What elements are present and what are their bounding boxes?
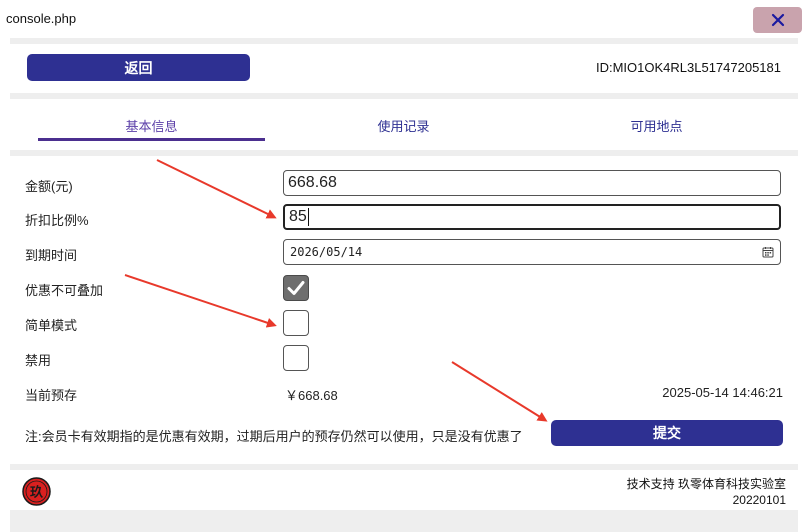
version-text: 20220101 bbox=[732, 493, 786, 507]
no-stacking-label: 优惠不可叠加 bbox=[25, 283, 104, 298]
tech-support-text: 技术支持 玖零体育科技实验室 bbox=[626, 477, 786, 491]
checkmark-icon bbox=[287, 281, 305, 295]
balance-timestamp: 2025-05-14 14:46:21 bbox=[662, 385, 783, 400]
text-caret bbox=[307, 208, 309, 226]
window-titlebar: console.php bbox=[0, 0, 808, 36]
no-stacking-checkbox[interactable] bbox=[283, 275, 309, 301]
close-x-icon bbox=[771, 13, 784, 27]
separator-footer bbox=[10, 464, 798, 470]
annotation-arrow-simple-mode bbox=[124, 274, 277, 328]
disabled-label: 禁用 bbox=[25, 353, 52, 368]
amount-value: 668.68 bbox=[288, 174, 337, 191]
bottom-bar bbox=[10, 510, 798, 532]
discount-label: 折扣比例% bbox=[25, 213, 89, 228]
tab-label: 可用地点 bbox=[630, 119, 683, 134]
separator-header bbox=[10, 93, 798, 99]
separator-top bbox=[10, 38, 798, 44]
discount-input[interactable]: 85 bbox=[283, 204, 781, 230]
calendar-icon[interactable] bbox=[762, 246, 774, 258]
tab-available-locations[interactable]: 可用地点 bbox=[543, 116, 770, 140]
annotation-arrow-discount bbox=[156, 159, 277, 219]
expiry-note: 注:会员卡有效期指的是优惠有效期，过期后用户的预存仍然可以使用，只是没有优惠了 bbox=[25, 429, 523, 444]
expiry-value: 2026/05/14 bbox=[290, 245, 363, 259]
window-title: console.php bbox=[6, 11, 77, 26]
disabled-checkbox[interactable] bbox=[283, 345, 309, 371]
close-button[interactable] bbox=[753, 7, 802, 33]
tab-label: 使用记录 bbox=[377, 119, 430, 134]
simple-mode-label: 简单模式 bbox=[25, 318, 78, 333]
discount-value: 85 bbox=[289, 208, 307, 225]
simple-mode-checkbox[interactable] bbox=[283, 310, 309, 336]
back-button[interactable]: 返回 bbox=[27, 54, 250, 81]
expiry-date-input[interactable]: 2026/05/14 bbox=[283, 239, 781, 265]
tab-active-underline bbox=[38, 138, 265, 141]
lab-logo-icon: 玖 bbox=[22, 477, 51, 506]
tab-basic-info[interactable]: 基本信息 bbox=[38, 116, 265, 140]
expiry-label: 到期时间 bbox=[25, 248, 78, 263]
separator-tabs bbox=[10, 150, 798, 156]
tab-usage-records[interactable]: 使用记录 bbox=[290, 116, 517, 140]
balance-value: ￥668.68 bbox=[285, 388, 338, 403]
tab-label: 基本信息 bbox=[125, 119, 178, 134]
annotation-arrow-submit bbox=[451, 361, 548, 422]
amount-input[interactable]: 668.68 bbox=[283, 170, 781, 196]
logo-char: 玖 bbox=[30, 485, 44, 501]
balance-label: 当前预存 bbox=[25, 388, 78, 403]
submit-button[interactable]: 提交 bbox=[551, 420, 783, 446]
amount-label: 金额(元) bbox=[25, 179, 73, 194]
card-id: ID:MIO1OK4RL3L51747205181 bbox=[595, 60, 781, 75]
